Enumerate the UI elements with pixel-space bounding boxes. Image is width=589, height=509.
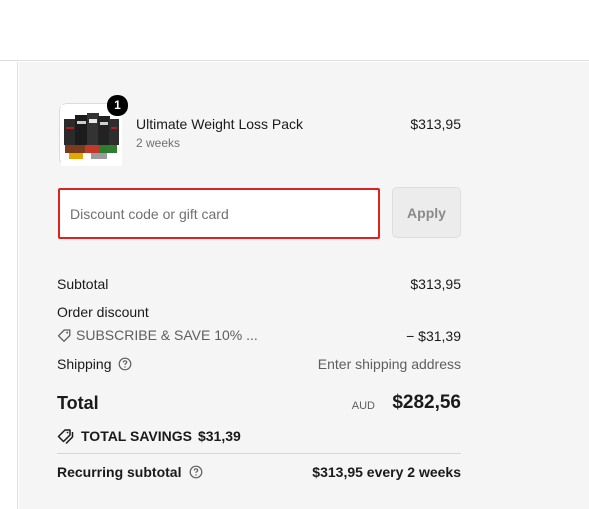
product-name: Ultimate Weight Loss Pack bbox=[136, 116, 304, 132]
shipping-value: Enter shipping address bbox=[317, 356, 461, 372]
total-amount: $282,56 bbox=[392, 392, 461, 413]
discount-code-text: SUBSCRIBE & SAVE 10% ... bbox=[76, 327, 258, 343]
total-currency: AUD bbox=[351, 400, 375, 412]
recurring-subtotal-value: $313,95 every 2 weeks bbox=[312, 464, 461, 480]
shipping-label: Shipping bbox=[57, 356, 112, 372]
summary-divider bbox=[57, 453, 461, 454]
discount-amount: − $31,39 bbox=[406, 328, 461, 344]
discount-code-line: SUBSCRIBE & SAVE 10% ... bbox=[57, 327, 258, 343]
top-header-area bbox=[0, 0, 589, 61]
tag-icon bbox=[57, 328, 72, 343]
discount-code-input[interactable] bbox=[58, 188, 380, 239]
recurring-subtotal-line: Recurring subtotal bbox=[57, 464, 203, 480]
subtotal-label: Subtotal bbox=[57, 276, 109, 292]
main-column-edge bbox=[0, 62, 18, 509]
order-summary-panel: 1 Ultimate Weight Loss Pack 2 weeks $313… bbox=[19, 62, 589, 509]
help-circle-icon[interactable] bbox=[189, 465, 203, 479]
savings-tags-icon bbox=[57, 428, 75, 444]
order-discount-label: Order discount bbox=[57, 304, 149, 320]
total-label: Total bbox=[57, 393, 99, 413]
product-price: $313,95 bbox=[410, 116, 461, 132]
help-circle-icon[interactable] bbox=[118, 357, 132, 371]
total-savings-value: $31,39 bbox=[197, 428, 241, 444]
quantity-badge: 1 bbox=[107, 95, 128, 116]
total-savings-line: TOTAL SAVINGS $31,39 bbox=[57, 428, 241, 444]
shipping-line: Shipping bbox=[57, 356, 132, 372]
apply-discount-button[interactable]: Apply bbox=[392, 187, 461, 238]
subtotal-value: $313,95 bbox=[410, 276, 461, 292]
recurring-subtotal-label: Recurring subtotal bbox=[57, 464, 182, 480]
total-savings-label: TOTAL SAVINGS bbox=[81, 428, 192, 444]
product-variant: 2 weeks bbox=[136, 136, 181, 150]
